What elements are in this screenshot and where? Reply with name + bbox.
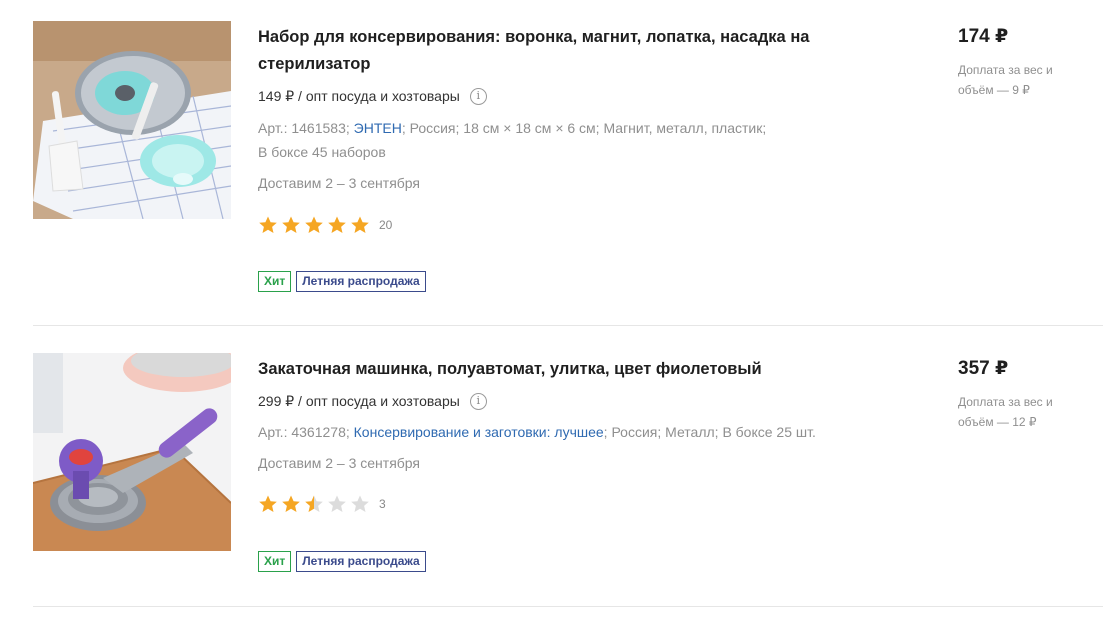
star-icon [258,215,278,235]
sale-badge: Летняя распродажа [296,271,426,292]
product-info: Набор для консервирования: воронка, магн… [258,24,828,292]
star-icon [281,215,301,235]
category-link[interactable]: Консервирование и заготовки: лучшее [354,424,604,440]
star-icon [258,494,278,514]
specs-box: В боксе 45 наборов [258,144,386,160]
surcharge-note: Доплата за вес и объём — 12 ₽ [958,395,1053,429]
info-icon[interactable]: i [469,87,487,105]
rating: 20 [258,215,828,235]
wholesale-text: 149 ₽ / опт посуда и хозтовары [258,88,460,104]
product-specs: Арт.: 1461583; ЭНТЕН; Россия; 18 см × 18… [258,116,828,164]
product-title[interactable]: Набор для консервирования: воронка, магн… [258,24,828,78]
price: 174 ₽ [958,26,1009,47]
rating: 3 [258,494,828,514]
price-block: 357 ₽ Доплата за вес и объём — 12 ₽ [958,358,1098,432]
star-icon [281,494,301,514]
specs-text: ; Россия; Металл; В боксе 25 шт. [603,424,816,440]
wholesale-text: 299 ₽ / опт посуда и хозтовары [258,393,460,409]
specs-text: ; Россия; 18 см × 18 см × 6 см; Магнит, … [401,120,767,136]
price-block: 174 ₽ Доплата за вес и объём — 9 ₽ [958,26,1098,100]
hit-badge: Хит [258,271,292,292]
product-image[interactable] [33,21,231,219]
star-icon [327,215,347,235]
seaming-machine-image [33,353,231,551]
product-card: Закаточная машинка, полуавтомат, улитка,… [33,326,1103,607]
star-icon [350,494,370,514]
hit-badge: Хит [258,551,292,572]
product-card: Набор для консервирования: воронка, магн… [33,0,1103,326]
review-count[interactable]: 3 [379,497,386,511]
badges: Хит Летняя распродажа [258,271,828,292]
brand-link[interactable]: ЭНТЕН [354,120,402,136]
wholesale-price: 149 ₽ / опт посуда и хозтовары i [258,86,828,106]
star-icon [350,215,370,235]
delivery-date: Доставим 2 – 3 сентября [258,455,421,471]
article-number: Арт.: 1461583; [258,120,350,136]
product-specs: Арт.: 4361278; Консервирование и заготов… [258,420,828,444]
delivery-date: Доставим 2 – 3 сентября [258,175,421,191]
product-title[interactable]: Закаточная машинка, полуавтомат, улитка,… [258,356,828,383]
product-info: Закаточная машинка, полуавтомат, улитка,… [258,356,828,572]
article-number: Арт.: 4361278; [258,424,350,440]
sale-badge: Летняя распродажа [296,551,426,572]
review-count[interactable]: 20 [379,218,392,232]
product-image[interactable] [33,353,231,551]
badges: Хит Летняя распродажа [258,551,828,572]
info-icon[interactable]: i [469,392,487,410]
star-icon [327,494,347,514]
price: 357 ₽ [958,358,1009,379]
wholesale-price: 299 ₽ / опт посуда и хозтовары i [258,391,828,411]
star-icon [304,494,324,514]
canning-set-image [33,21,231,219]
surcharge-note: Доплата за вес и объём — 9 ₽ [958,63,1053,97]
star-icon [304,215,324,235]
